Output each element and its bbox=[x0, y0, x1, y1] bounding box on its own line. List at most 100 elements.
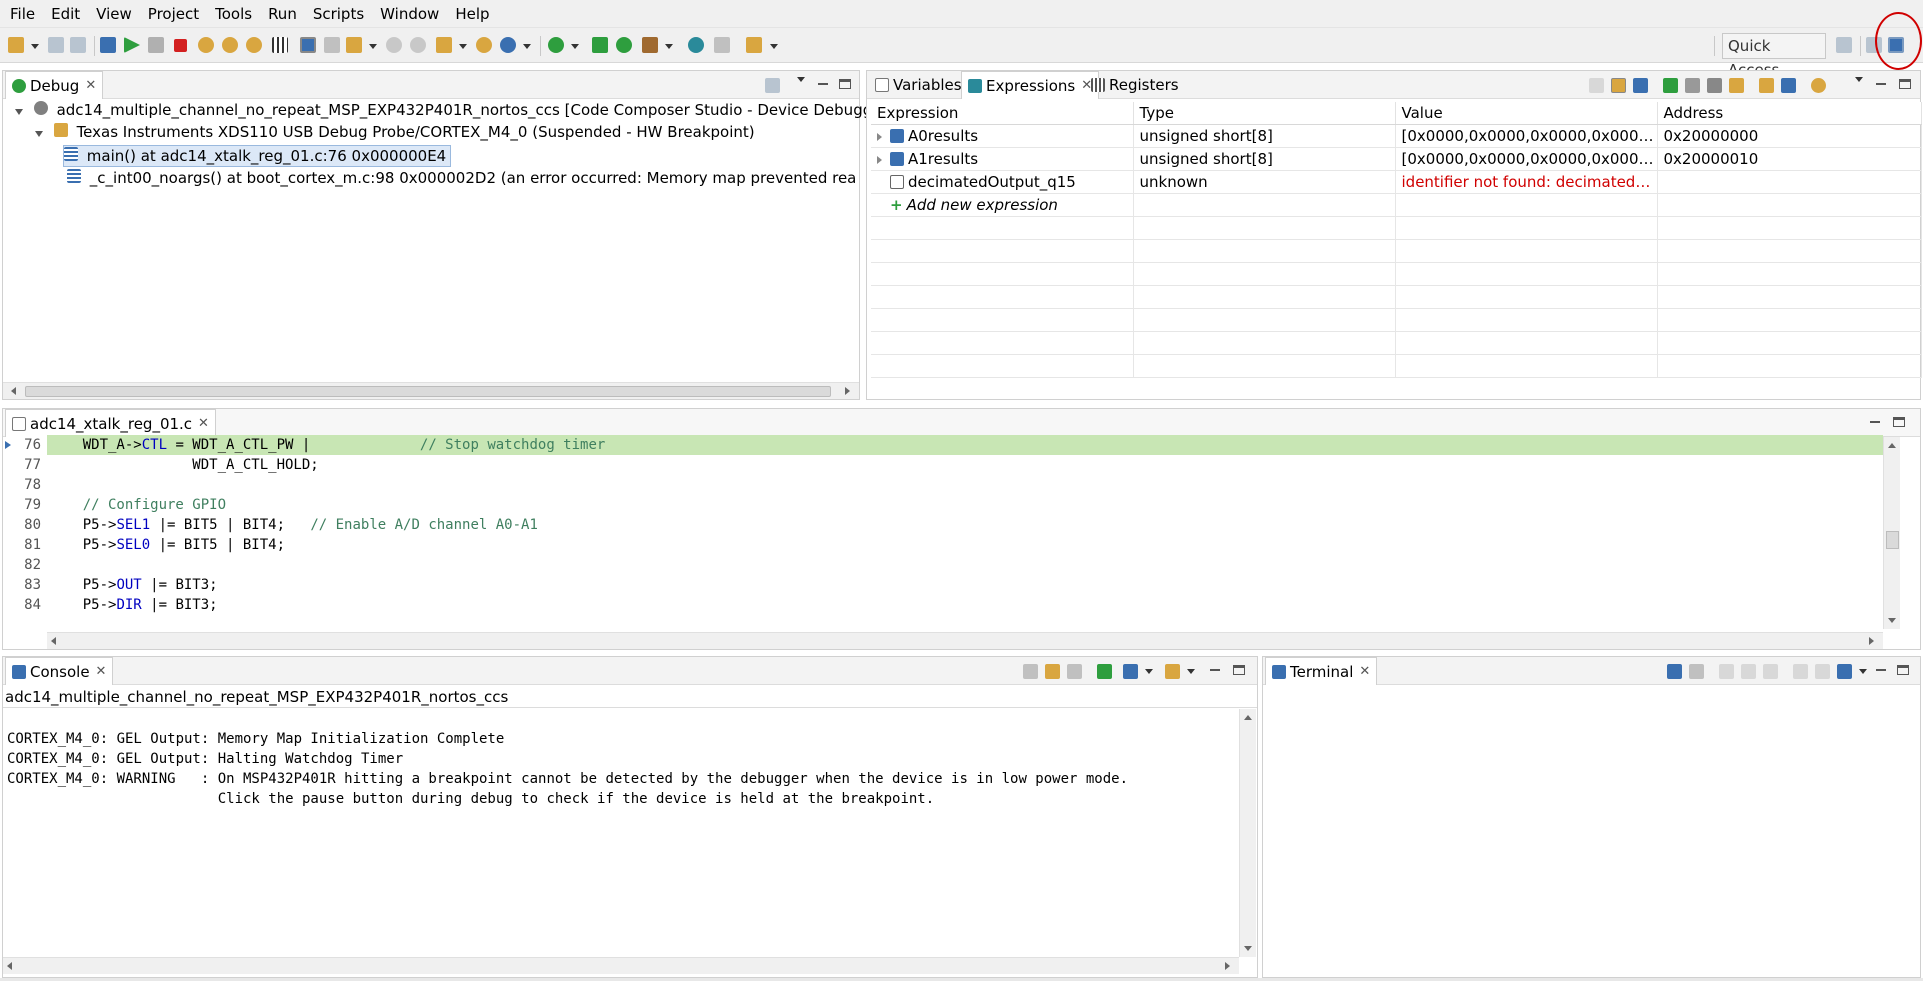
menu-tools[interactable]: Tools bbox=[207, 0, 260, 28]
menu-edit[interactable]: Edit bbox=[43, 0, 88, 28]
code-line-79[interactable]: 79 // Configure GPIO bbox=[15, 495, 226, 515]
scroll-right-icon[interactable] bbox=[1225, 962, 1230, 970]
annotation-dropdown-icon[interactable] bbox=[770, 44, 778, 49]
load-dropdown-icon[interactable] bbox=[369, 44, 377, 49]
restart-icon[interactable] bbox=[616, 37, 632, 53]
new-dropdown-icon[interactable] bbox=[31, 44, 39, 49]
clear-terminal-icon[interactable] bbox=[1763, 664, 1778, 679]
editor-hscrollbar[interactable] bbox=[47, 632, 1883, 649]
tab-debug[interactable]: Debug ✕ bbox=[5, 71, 104, 99]
minimize-icon[interactable] bbox=[1875, 665, 1887, 675]
menu-run[interactable]: Run bbox=[260, 0, 305, 28]
cell-value[interactable]: [0x0000,0x0000,0x0000,0x0000,0x000... bbox=[1395, 124, 1658, 148]
code-line-77[interactable]: 77 WDT_A_CTL_HOLD; bbox=[15, 455, 319, 475]
scroll-lock-icon[interactable] bbox=[1045, 664, 1060, 679]
add-new-expression-label[interactable]: Add new expression bbox=[907, 196, 1058, 214]
column-header-expression[interactable]: Expression bbox=[871, 102, 1134, 125]
code-line-83[interactable]: 83 P5->OUT |= BIT3; bbox=[15, 575, 217, 595]
tab-expressions[interactable]: Expressions ✕ bbox=[961, 71, 1100, 99]
view-memory-icon[interactable] bbox=[300, 37, 316, 53]
scroll-left-icon[interactable] bbox=[51, 637, 56, 645]
new-view-icon[interactable] bbox=[1759, 78, 1774, 93]
view-menu-icon[interactable] bbox=[1855, 77, 1863, 82]
open-console-dropdown-icon[interactable] bbox=[1187, 669, 1195, 674]
toggle-command-input-icon[interactable] bbox=[1689, 664, 1704, 679]
collapse-all-icon[interactable] bbox=[1633, 78, 1648, 93]
display-console-dropdown-icon[interactable] bbox=[1145, 669, 1153, 674]
expand-arrow-icon[interactable] bbox=[877, 155, 882, 164]
menu-view[interactable]: View bbox=[88, 0, 140, 28]
tab-editor-file[interactable]: adc14_xtalk_reg_01.c ✕ bbox=[5, 409, 216, 437]
step-instruction-icon[interactable] bbox=[592, 37, 608, 53]
remove-expression-icon[interactable] bbox=[1685, 78, 1700, 93]
step-into-icon[interactable] bbox=[198, 37, 214, 53]
column-header-type[interactable]: Type bbox=[1133, 102, 1396, 125]
tab-registers[interactable]: Registers bbox=[1085, 71, 1185, 99]
console-icon[interactable] bbox=[100, 37, 116, 53]
maximize-icon[interactable] bbox=[1233, 665, 1245, 675]
export-icon[interactable] bbox=[1781, 78, 1796, 93]
console-vscrollbar[interactable] bbox=[1239, 709, 1256, 957]
scroll-lock-icon[interactable] bbox=[1741, 664, 1756, 679]
minimize-icon[interactable] bbox=[1209, 665, 1221, 675]
cell-value-error[interactable]: identifier not found: decimatedOutp... bbox=[1395, 170, 1658, 194]
remove-all-terminated-icon[interactable] bbox=[765, 78, 780, 93]
tools-dropdown-icon[interactable] bbox=[523, 44, 531, 49]
step-over-icon[interactable] bbox=[222, 37, 238, 53]
show-type-names-icon[interactable] bbox=[1589, 78, 1604, 93]
tab-variables[interactable]: Variables bbox=[869, 71, 968, 99]
scroll-down-icon[interactable] bbox=[1888, 618, 1896, 623]
close-icon[interactable]: ✕ bbox=[198, 416, 209, 431]
close-icon[interactable]: ✕ bbox=[85, 78, 96, 93]
view-menu-icon[interactable] bbox=[797, 77, 805, 82]
memory-grid-icon[interactable] bbox=[272, 37, 288, 53]
code-line-84[interactable]: 84 P5->DIR |= BIT3; bbox=[15, 595, 217, 615]
word-wrap-icon[interactable] bbox=[1067, 664, 1082, 679]
cell-value[interactable]: [0x0000,0x0000,0x0000,0x0000,0x000... bbox=[1395, 147, 1658, 171]
paste-icon[interactable] bbox=[1815, 664, 1830, 679]
suspend-icon[interactable] bbox=[148, 37, 164, 53]
connect-icon[interactable] bbox=[324, 37, 340, 53]
console-output[interactable]: CORTEX_M4_0: GEL Output: Memory Map Init… bbox=[7, 709, 1128, 809]
scroll-thumb[interactable] bbox=[25, 386, 831, 397]
table-row[interactable]: decimatedOutput_q15 unknown identifier n… bbox=[871, 170, 1922, 194]
code-line-81[interactable]: 81 P5->SEL0 |= BIT5 | BIT4; bbox=[15, 535, 285, 555]
maximize-icon[interactable] bbox=[1899, 79, 1911, 89]
open-terminal-icon[interactable] bbox=[1667, 664, 1682, 679]
maximize-icon[interactable] bbox=[1897, 665, 1909, 675]
tree-item-project[interactable]: adc14_multiple_channel_no_repeat_MSP_EXP… bbox=[15, 99, 901, 121]
maximize-icon[interactable] bbox=[1893, 417, 1905, 427]
scroll-left-icon[interactable] bbox=[7, 962, 12, 970]
open-console-icon[interactable] bbox=[1165, 664, 1180, 679]
scroll-up-icon[interactable] bbox=[1888, 443, 1896, 448]
column-header-value[interactable]: Value bbox=[1395, 102, 1658, 125]
tab-console[interactable]: Console ✕ bbox=[5, 657, 114, 685]
menu-window[interactable]: Window bbox=[372, 0, 447, 28]
menu-help[interactable]: Help bbox=[447, 0, 497, 28]
code-line-76[interactable]: 76 WDT_A->CTL = WDT_A_CTL_PW | // Stop w… bbox=[15, 435, 605, 455]
step-return-icon[interactable] bbox=[246, 37, 262, 53]
minimize-icon[interactable] bbox=[1875, 79, 1887, 89]
editor-vscrollbar[interactable] bbox=[1883, 437, 1900, 629]
build-dropdown-icon[interactable] bbox=[665, 44, 673, 49]
code-line-82[interactable]: 82 bbox=[15, 555, 49, 575]
expand-arrow-icon[interactable] bbox=[35, 131, 43, 137]
column-header-address[interactable]: Address bbox=[1657, 102, 1922, 125]
table-row[interactable]: A0results unsigned short[8] [0x0000,0x00… bbox=[871, 124, 1922, 148]
remove-all-expressions-icon[interactable] bbox=[1707, 78, 1722, 93]
close-icon[interactable]: ✕ bbox=[96, 664, 107, 679]
terminate-icon[interactable] bbox=[174, 39, 187, 52]
search-icon[interactable] bbox=[688, 37, 704, 53]
menu-scripts[interactable]: Scripts bbox=[305, 0, 372, 28]
remove-breakpoint-icon[interactable] bbox=[410, 37, 426, 53]
add-expression-icon[interactable] bbox=[1663, 78, 1678, 93]
refresh-icon[interactable] bbox=[1729, 78, 1744, 93]
load-program-icon[interactable] bbox=[346, 37, 362, 53]
build-hammer-icon[interactable] bbox=[642, 37, 658, 53]
breakpoint-icon[interactable] bbox=[386, 37, 402, 53]
maximize-icon[interactable] bbox=[839, 79, 851, 89]
scroll-down-icon[interactable] bbox=[1244, 946, 1252, 951]
table-row[interactable]: A1results unsigned short[8] [0x0000,0x00… bbox=[871, 147, 1922, 171]
run-icon[interactable] bbox=[476, 37, 492, 53]
resume-icon[interactable] bbox=[124, 37, 140, 53]
